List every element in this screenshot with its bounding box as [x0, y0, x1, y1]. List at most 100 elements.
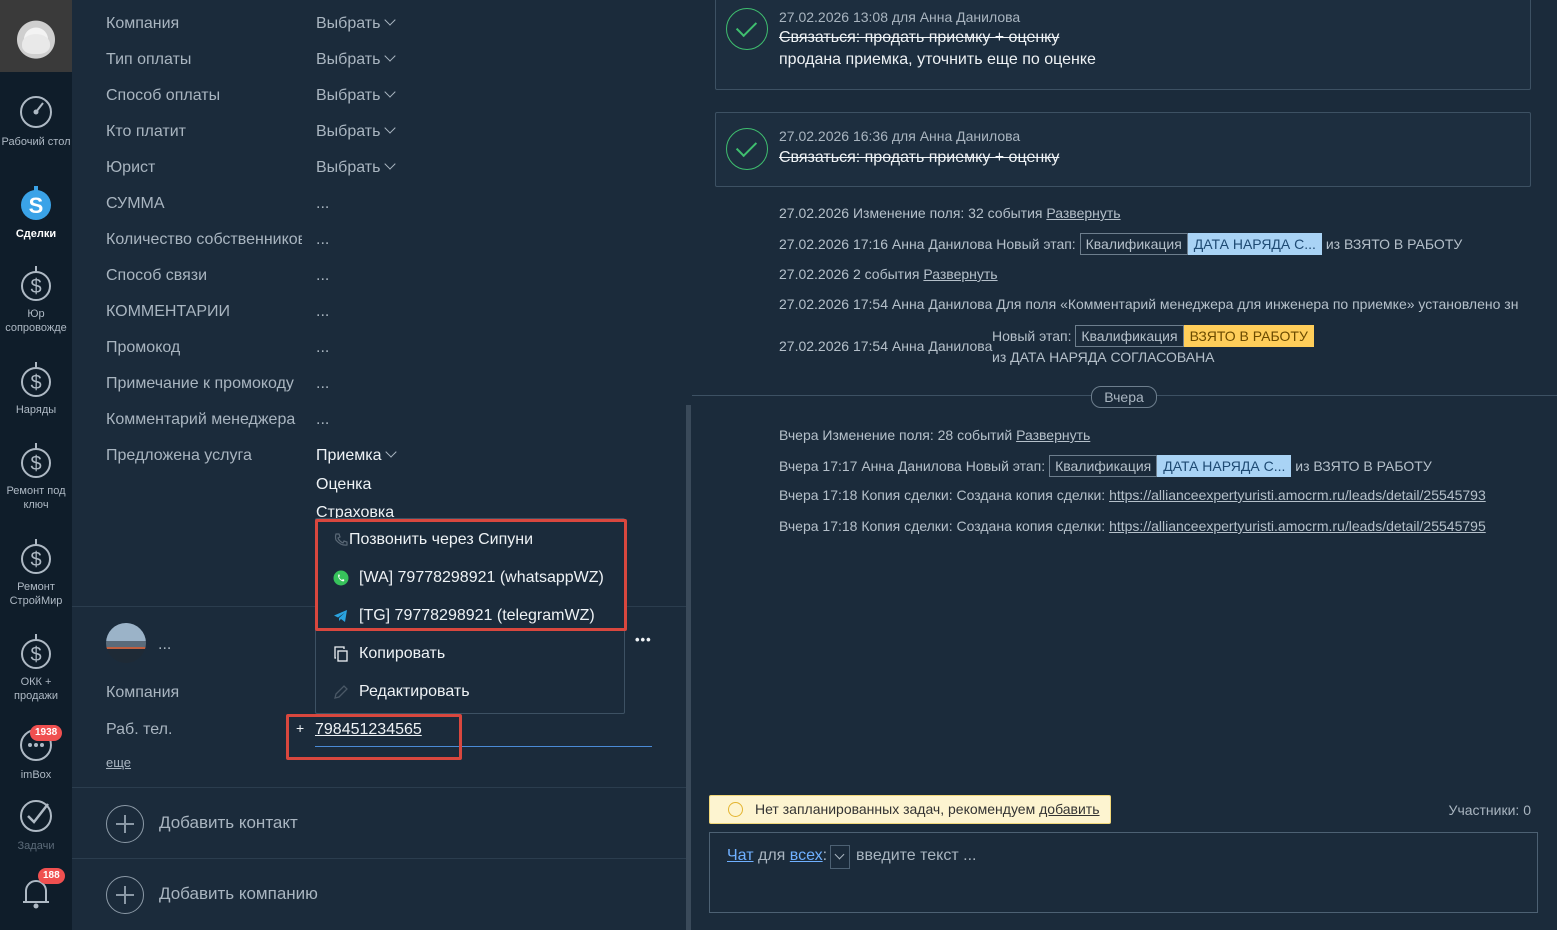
scrollbar[interactable] [686, 405, 691, 930]
nav-label: imBox [20, 769, 52, 781]
field-row: Количество собственников ... [106, 228, 666, 252]
expand-link[interactable]: Развернуть [1046, 205, 1120, 221]
field-input[interactable]: ... [316, 408, 329, 432]
task-card[interactable]: 27.02.2026 16:36 для Анна Данилова Связа… [715, 112, 1531, 187]
field-input[interactable]: ... [316, 372, 329, 396]
highlight-box-menu [315, 519, 627, 631]
user-avatar[interactable] [0, 0, 72, 72]
chevron-down-icon [384, 122, 397, 134]
lead-link[interactable]: https://allianceexpertyuristi.amocrm.ru/… [1109, 518, 1486, 534]
nav-item-imbox[interactable]: imBox 1938 [0, 725, 72, 782]
chat-input[interactable]: введите текст ... [856, 847, 976, 865]
check-circle-icon[interactable] [726, 128, 768, 170]
contact-name[interactable]: ... [158, 636, 171, 654]
field-select[interactable]: Выбрать [316, 120, 397, 144]
add-task-link[interactable]: добавить [1039, 801, 1099, 817]
field-label: Юрист [106, 159, 156, 176]
contact-more-button[interactable]: ••• [635, 632, 652, 647]
dollar-icon: $ [21, 634, 51, 669]
contact-avatar[interactable] [106, 623, 146, 663]
add-company-button[interactable]: Добавить компанию [106, 876, 366, 914]
task-meta: 27.02.2026 16:36 для Анна Данилова [779, 128, 1021, 144]
pencil-icon [334, 685, 348, 699]
dollar-icon: $ [21, 539, 51, 574]
highlight-box-phone [286, 714, 462, 760]
menu-item-edit[interactable]: Редактировать [316, 673, 622, 711]
service-option-row: Оценка [106, 473, 666, 497]
service-option[interactable]: Оценка [316, 473, 371, 497]
service-select[interactable]: Приемка [316, 444, 398, 468]
feed-event: Вчера 17:18 Копия сделки: Создана копия … [779, 487, 1486, 503]
svg-text:S: S [29, 193, 44, 218]
divider [72, 858, 686, 859]
chevron-down-icon [384, 14, 397, 26]
task-title: Связаться: продать приемку + оценку [779, 29, 1060, 46]
field-row: СУММА ... [106, 192, 666, 216]
field-input[interactable]: ... [316, 336, 329, 360]
field-input[interactable]: ... [316, 264, 329, 288]
expand-link[interactable]: Развернуть [923, 266, 997, 282]
field-input[interactable]: ... [316, 300, 329, 324]
feed-event: 27.02.2026 17:16 Анна Данилова Новый эта… [779, 233, 1462, 255]
field-row: Способ связи ... [106, 264, 666, 288]
stage-tag: Квалификация [1079, 233, 1188, 255]
field-row: Промокод ... [106, 336, 666, 360]
field-select[interactable]: Выбрать [316, 48, 397, 72]
nav-label: Ремонт под ключ [6, 485, 66, 511]
feed-event: Вчера 17:17 Анна Данилова Новый этап: Кв… [779, 455, 1432, 477]
nav-item-orders[interactable]: $ Наряды [0, 360, 72, 417]
field-select[interactable]: Выбрать [316, 84, 397, 108]
nav-label: Рабочий стол [1, 136, 71, 148]
nav-item-dashboard[interactable]: Рабочий стол [0, 92, 72, 149]
nav-item-deals[interactable]: S Сделки [0, 184, 72, 241]
task-card[interactable]: 27.02.2026 13:08 для Анна Данилова Связа… [715, 0, 1531, 90]
field-select[interactable]: Выбрать [316, 156, 397, 180]
svg-text:$: $ [30, 453, 41, 475]
feed-event: Вчера Изменение поля: 28 событий Разверн… [779, 427, 1091, 443]
chat-recipients-link[interactable]: всех [790, 847, 823, 864]
menu-item-copy[interactable]: Копировать [316, 635, 622, 673]
field-label: Кто платит [106, 123, 186, 140]
field-row: Способ оплаты Выбрать [106, 84, 666, 108]
task-result: продана приемка, уточнить еще по оценке [779, 51, 1096, 68]
field-label: Предложена услуга [106, 447, 252, 464]
field-row: Комментарий менеджера ... [106, 408, 666, 432]
feed-event[interactable]: 27.02.2026 17:54 Анна Данилова Для поля … [779, 294, 1519, 314]
participants-count[interactable]: Участники: 0 [1449, 802, 1531, 818]
add-contact-button[interactable]: Добавить контакт [106, 805, 366, 843]
chevron-down-icon [384, 50, 397, 62]
deals-icon: S [21, 186, 51, 220]
nav-item-stroymir[interactable]: $ Ремонт СтройМир [0, 537, 72, 608]
field-select[interactable]: Выбрать [316, 12, 397, 36]
field-input[interactable]: ... [316, 228, 329, 252]
svg-text:$: $ [30, 372, 41, 394]
nav-item-okk[interactable]: $ ОКК + продажи [0, 632, 72, 703]
nav-item-turnkey[interactable]: $ Ремонт под ключ [0, 441, 72, 512]
field-row: Компания Выбрать [106, 12, 666, 36]
expand-link[interactable]: Развернуть [1016, 427, 1090, 443]
field-label: Количество собственников [106, 231, 302, 248]
clock-icon [728, 802, 743, 817]
nav-item-notifications[interactable]: 188 [0, 868, 72, 912]
chat-composer[interactable]: Чат для всех: введите текст ... [709, 832, 1538, 913]
field-label: Способ оплаты [106, 87, 221, 104]
field-row: Примечание к промокоду ... [106, 372, 666, 396]
chat-type-link[interactable]: Чат [727, 847, 754, 864]
plus-icon [106, 805, 144, 843]
service-field: Предложена услуга Приемка [106, 444, 666, 468]
stage-tag: ДАТА НАРЯДА С... [1157, 455, 1292, 477]
more-fields-link[interactable]: еще [106, 755, 131, 770]
field-input[interactable]: ... [316, 192, 329, 216]
nav-item-tasks[interactable]: Задачи [0, 796, 72, 853]
field-row: КОММЕНТАРИИ ... [106, 300, 666, 324]
nav-label: Юр сопровожде [5, 308, 67, 334]
nav-item-legal[interactable]: $ Юр сопровожде [0, 264, 72, 335]
left-nav: Рабочий стол S Сделки $ Юр сопровожде $ … [0, 0, 72, 930]
nav-label: Ремонт СтройМир [9, 581, 63, 607]
recipient-dropdown[interactable] [830, 845, 850, 869]
chevron-down-icon [384, 158, 397, 170]
lead-link[interactable]: https://allianceexpertyuristi.amocrm.ru/… [1109, 487, 1486, 503]
feed-event: Вчера 17:18 Копия сделки: Создана копия … [779, 518, 1486, 534]
field-label: Раб. тел. [106, 721, 173, 738]
check-circle-icon[interactable] [726, 8, 768, 50]
